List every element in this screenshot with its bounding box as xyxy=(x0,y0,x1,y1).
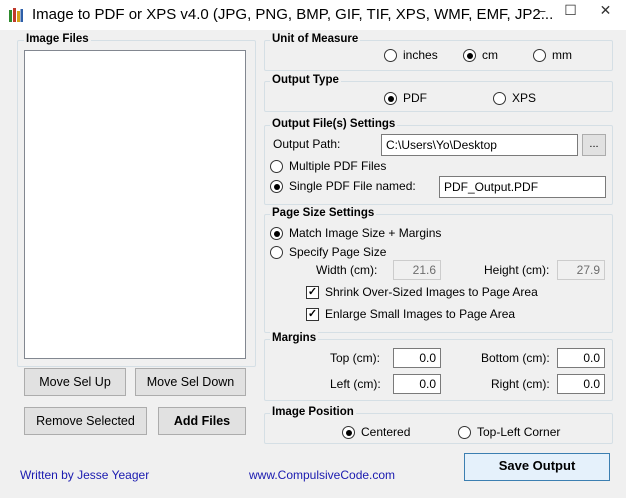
xps-radio[interactable] xyxy=(493,92,506,105)
enlarge-label[interactable]: Enlarge Small Images to Page Area xyxy=(325,307,515,321)
image-files-label: Image Files xyxy=(24,33,91,45)
page-size-label: Page Size Settings xyxy=(270,207,377,219)
multiple-pdf-radio[interactable] xyxy=(270,160,283,173)
top-left-corner-label[interactable]: Top-Left Corner xyxy=(477,425,560,439)
width-label: Width (cm): xyxy=(316,263,378,277)
close-button[interactable]: ✕ xyxy=(585,0,626,22)
top-left-corner-radio[interactable] xyxy=(458,426,471,439)
match-image-size-radio[interactable] xyxy=(270,227,283,240)
maximize-button[interactable]: ☐ xyxy=(556,0,585,22)
remove-selected-button[interactable]: Remove Selected xyxy=(24,407,147,435)
move-sel-down-button[interactable]: Move Sel Down xyxy=(135,368,246,396)
mm-label[interactable]: mm xyxy=(552,48,572,62)
width-input[interactable]: 21.6 xyxy=(393,260,441,280)
shrink-checkbox[interactable]: ✓ xyxy=(306,286,319,299)
add-files-button[interactable]: Add Files xyxy=(158,407,246,435)
cm-radio[interactable] xyxy=(463,49,476,62)
top-margin-input[interactable]: 0.0 xyxy=(393,348,441,368)
bottom-margin-label: Bottom (cm): xyxy=(481,351,550,365)
left-margin-input[interactable]: 0.0 xyxy=(393,374,441,394)
pdf-label[interactable]: PDF xyxy=(403,91,427,105)
margins-label: Margins xyxy=(270,332,319,344)
minimize-button[interactable]: – xyxy=(527,0,556,22)
height-input[interactable]: 27.9 xyxy=(557,260,605,280)
image-files-list[interactable] xyxy=(24,50,246,359)
save-output-button[interactable]: Save Output xyxy=(464,453,610,481)
right-margin-input[interactable]: 0.0 xyxy=(557,374,605,394)
centered-label[interactable]: Centered xyxy=(361,425,410,439)
top-margin-label: Top (cm): xyxy=(330,351,381,365)
website-link[interactable]: www.CompulsiveCode.com xyxy=(249,468,395,482)
unit-of-measure-label: Unit of Measure xyxy=(270,33,361,45)
bottom-margin-input[interactable]: 0.0 xyxy=(557,348,605,368)
mm-radio[interactable] xyxy=(533,49,546,62)
single-pdf-name-input[interactable]: PDF_Output.PDF xyxy=(439,176,606,198)
browse-button[interactable]: ... xyxy=(582,134,606,156)
inches-label[interactable]: inches xyxy=(403,48,438,62)
single-pdf-radio[interactable] xyxy=(270,180,283,193)
xps-label[interactable]: XPS xyxy=(512,91,536,105)
match-image-size-label[interactable]: Match Image Size + Margins xyxy=(289,226,441,240)
specify-page-size-radio[interactable] xyxy=(270,246,283,259)
enlarge-checkbox[interactable]: ✓ xyxy=(306,308,319,321)
window-title: Image to PDF or XPS v4.0 (JPG, PNG, BMP,… xyxy=(32,6,552,23)
shrink-label[interactable]: Shrink Over-Sized Images to Page Area xyxy=(325,285,538,299)
inches-radio[interactable] xyxy=(384,49,397,62)
move-sel-up-button[interactable]: Move Sel Up xyxy=(24,368,126,396)
single-pdf-label[interactable]: Single PDF File named: xyxy=(289,179,416,193)
title-bar: Image to PDF or XPS v4.0 (JPG, PNG, BMP,… xyxy=(0,0,626,30)
multiple-pdf-label[interactable]: Multiple PDF Files xyxy=(289,159,386,173)
right-margin-label: Right (cm): xyxy=(491,377,550,391)
cm-label[interactable]: cm xyxy=(482,48,498,62)
left-margin-label: Left (cm): xyxy=(330,377,381,391)
specify-page-size-label[interactable]: Specify Page Size xyxy=(289,245,386,259)
output-files-label: Output File(s) Settings xyxy=(270,118,398,130)
height-label: Height (cm): xyxy=(484,263,550,277)
output-type-label: Output Type xyxy=(270,74,341,86)
output-path-input[interactable]: C:\Users\Yo\Desktop xyxy=(381,134,578,156)
centered-radio[interactable] xyxy=(342,426,355,439)
books-icon xyxy=(9,8,23,22)
author-link[interactable]: Written by Jesse Yeager xyxy=(20,468,149,482)
image-position-label: Image Position xyxy=(270,406,356,418)
output-path-label: Output Path: xyxy=(273,137,341,151)
pdf-radio[interactable] xyxy=(384,92,397,105)
